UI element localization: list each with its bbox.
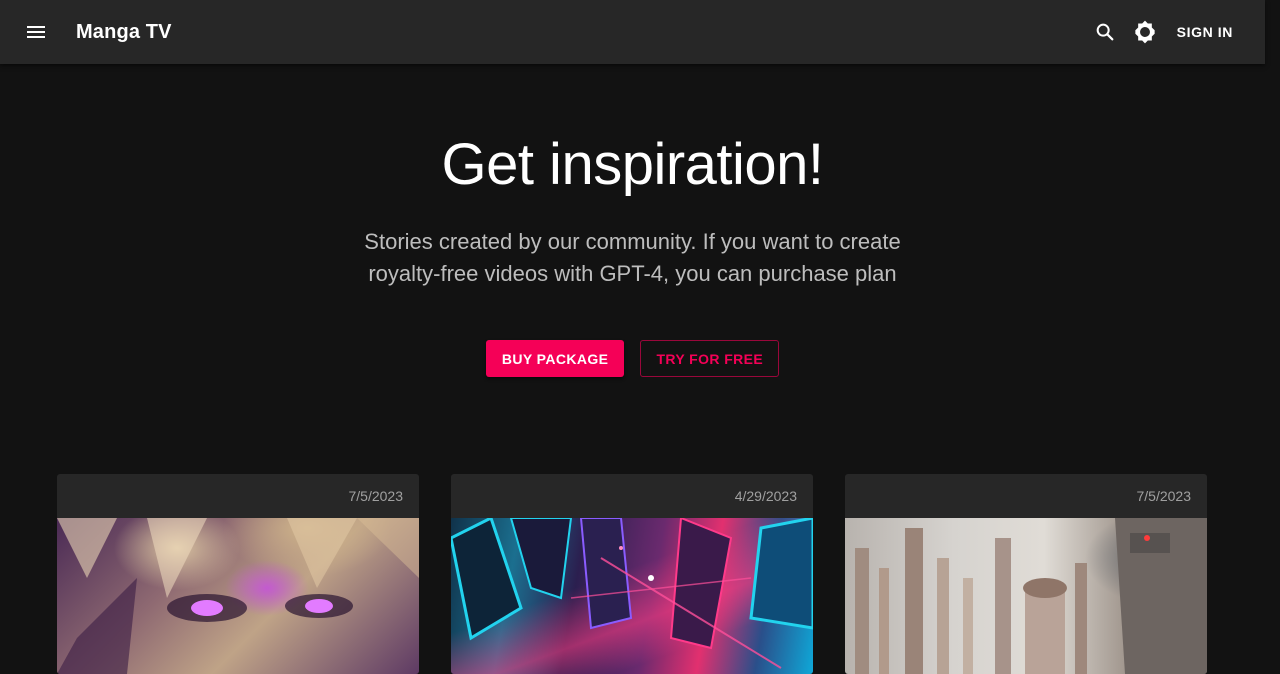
try-for-free-button[interactable]: TRY FOR FREE (640, 340, 780, 377)
hero-section: Get inspiration! Stories created by our … (0, 64, 1265, 377)
hero-actions: BUY PACKAGE TRY FOR FREE (0, 340, 1265, 377)
search-button[interactable] (1085, 12, 1125, 52)
app-bar-actions: SIGN IN (1085, 0, 1249, 64)
card-date: 4/29/2023 (734, 488, 797, 504)
thumbnail-art (855, 518, 1207, 674)
menu-button[interactable] (12, 8, 60, 56)
story-card[interactable]: 7/5/2023 (845, 474, 1207, 674)
app-bar: Manga TV SIGN IN (0, 0, 1265, 64)
buy-package-button[interactable]: BUY PACKAGE (485, 340, 625, 377)
card-date: 7/5/2023 (348, 488, 404, 504)
sign-in-button[interactable]: SIGN IN (1169, 14, 1249, 50)
futuristic-city-thumbnail[interactable] (845, 518, 1207, 674)
menu-icon (27, 26, 45, 38)
hero-title: Get inspiration! (441, 132, 824, 197)
thumbnail-art (451, 518, 813, 669)
search-icon (1096, 23, 1114, 41)
brightness-icon (1135, 20, 1155, 44)
theme-toggle-button[interactable] (1125, 12, 1165, 52)
thumbnail-art (57, 518, 419, 674)
story-card[interactable]: 4/29/2023 (451, 474, 813, 674)
card-date: 7/5/2023 (1136, 488, 1192, 504)
hero-subtitle: Stories created by our community. If you… (364, 229, 901, 286)
app-title[interactable]: Manga TV (76, 21, 172, 44)
story-card-grid: 7/5/2023 4/29/2023 7/5/2023 (57, 474, 1207, 674)
neon-city-thumbnail[interactable] (451, 518, 813, 674)
anime-character-thumbnail[interactable] (57, 518, 419, 674)
story-card[interactable]: 7/5/2023 (57, 474, 419, 674)
